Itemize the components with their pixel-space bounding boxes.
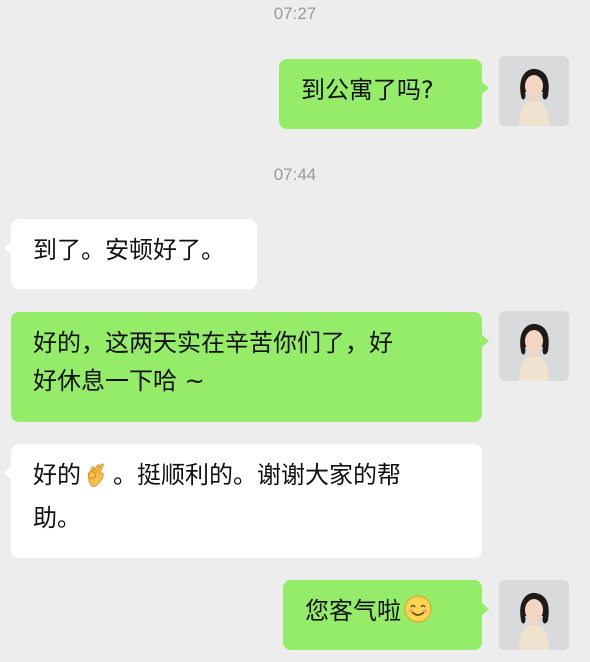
incoming-message-bubble[interactable]: 到了。安顿好了。	[4, 219, 257, 289]
timestamp: 07:27	[273, 4, 317, 23]
message-text: 好的	[33, 461, 81, 489]
user-avatar[interactable]	[499, 580, 569, 650]
user-avatar[interactable]	[499, 56, 569, 126]
user-avatar[interactable]	[499, 311, 569, 381]
outgoing-message-bubble[interactable]: 您客气啦	[283, 580, 489, 650]
smiling-face-emoji-icon	[403, 594, 433, 635]
message-text-line: 好的，这两天实在辛苦你们了，好	[33, 329, 393, 357]
incoming-message-bubble[interactable]: 好的 。挺顺利的。谢谢大家的帮 助。	[4, 444, 482, 558]
user-avatar-photo-icon	[499, 580, 569, 650]
outgoing-message-bubble[interactable]: 到公寓了吗?	[279, 59, 489, 129]
outgoing-message-bubble[interactable]: 好的，这两天实在辛苦你们了，好 好休息一下哈 ~	[11, 312, 489, 422]
ok-hand-emoji-icon	[83, 460, 111, 499]
user-avatar-photo-icon	[499, 311, 569, 381]
message-text-line: 助。	[33, 504, 81, 532]
message-text: 您客气啦	[305, 597, 401, 625]
message-text: 。挺顺利的。谢谢大家的帮	[113, 461, 401, 489]
message-text-line: 好休息一下哈 ~	[33, 367, 205, 395]
message-text: 到公寓了吗?	[301, 76, 434, 104]
timestamp: 07:44	[273, 165, 317, 184]
message-text: 到了。安顿好了。	[33, 236, 225, 264]
user-avatar-photo-icon	[499, 56, 569, 126]
